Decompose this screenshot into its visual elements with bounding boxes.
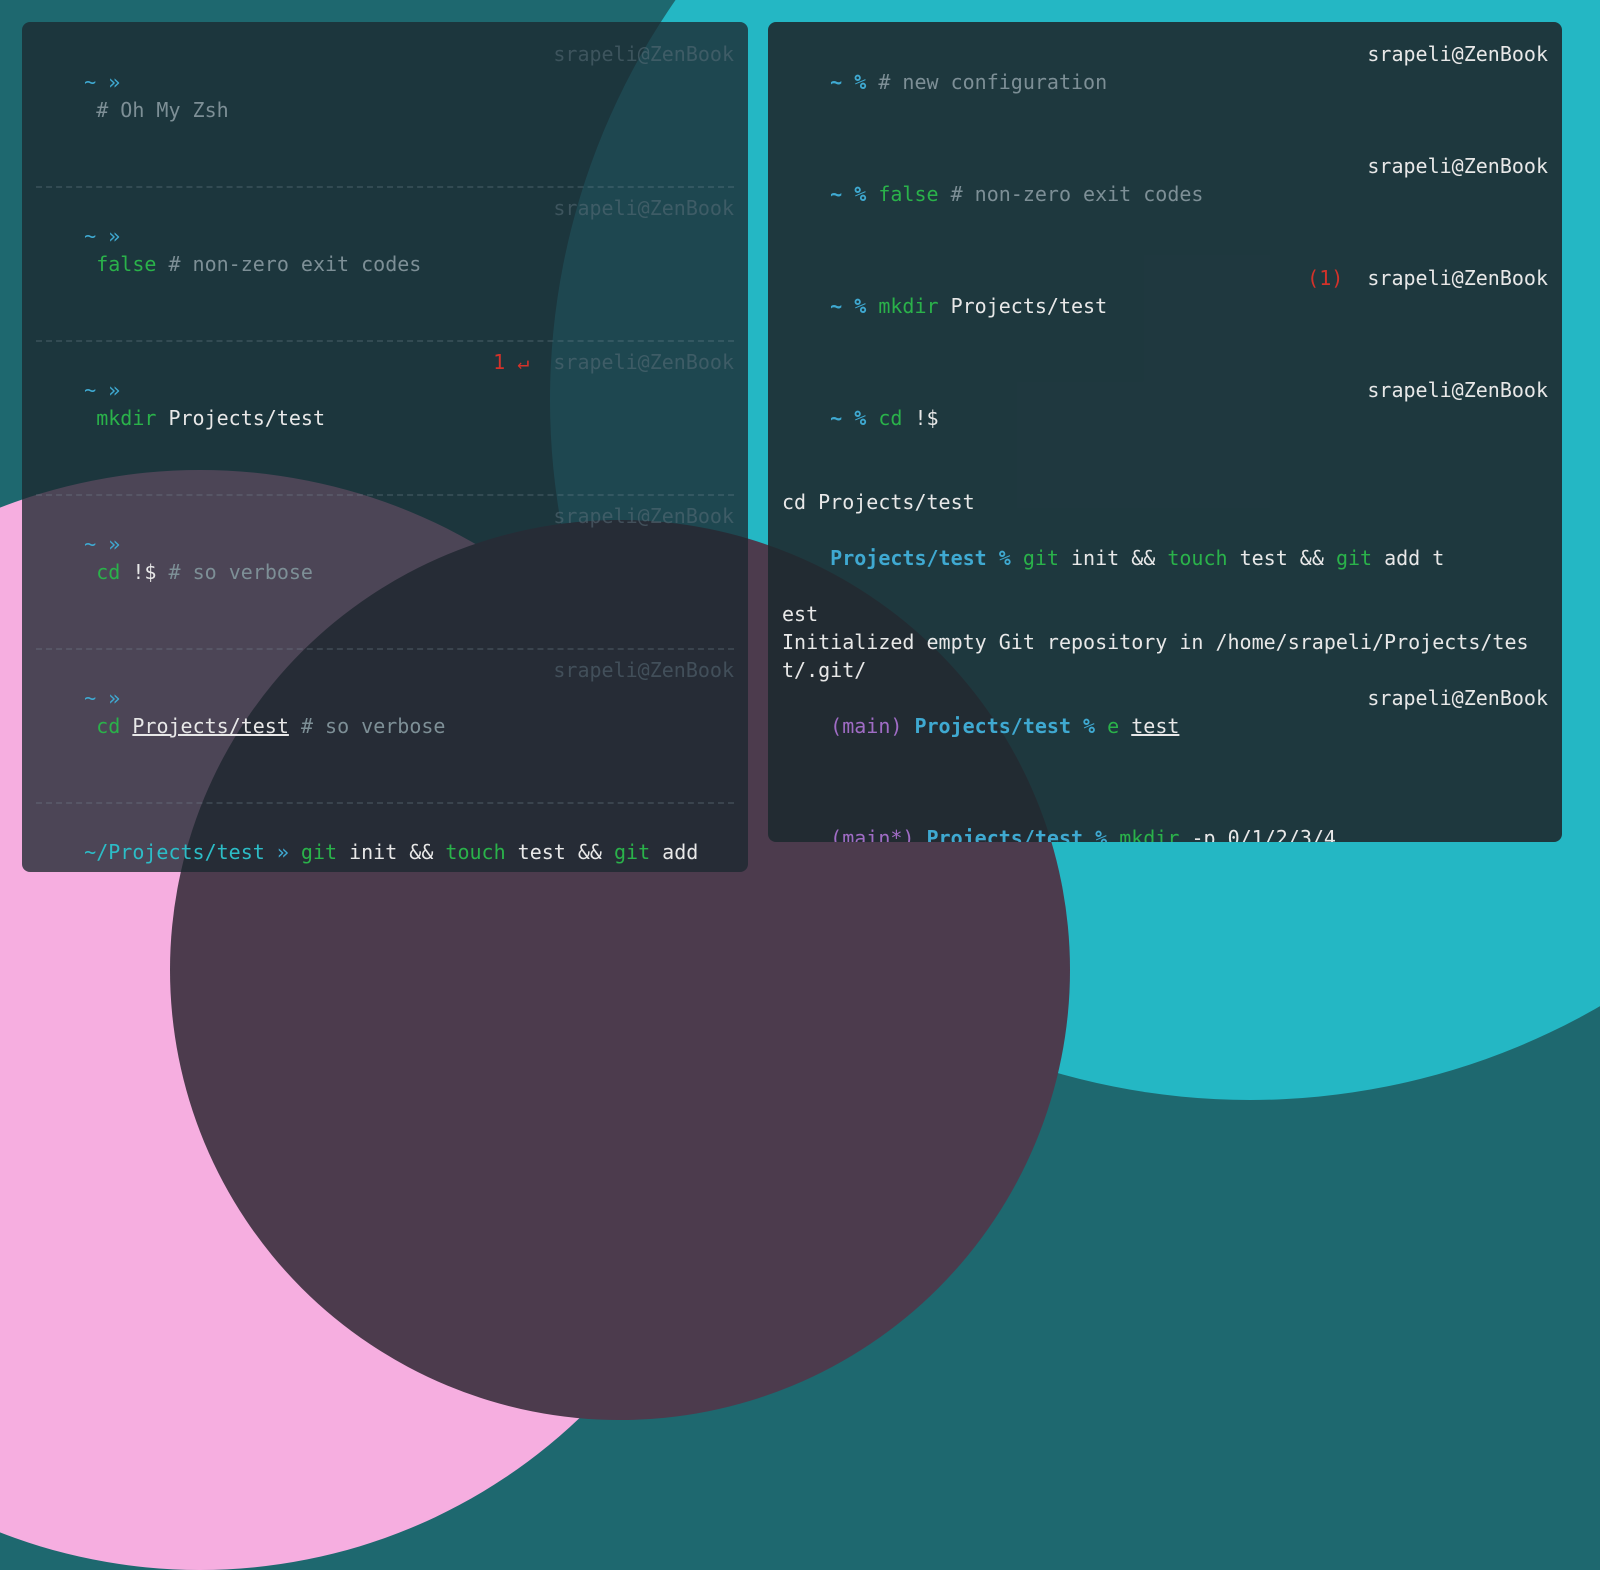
prompt-line[interactable]: ~ % # new configuration srapeli@ZenBook bbox=[782, 40, 1548, 152]
prompt-line[interactable]: Projects/test % git init && touch test &… bbox=[782, 516, 1548, 600]
exit-code: (1) bbox=[1307, 266, 1343, 290]
terminal-left[interactable]: ~ » # Oh My Zsh srapeli@ZenBook ~ » fals… bbox=[22, 22, 748, 872]
rprompt: srapeli@ZenBook bbox=[553, 40, 734, 68]
prompt-line[interactable]: ~ » mkdir Projects/test 1 ↵ srapeli@ZenB… bbox=[36, 348, 734, 488]
prompt-line[interactable]: ~/Projects/test » git init && touch test… bbox=[36, 810, 734, 872]
prompt: ~ » bbox=[84, 70, 120, 94]
prompt-line[interactable]: ~ » false # non-zero exit codes srapeli@… bbox=[36, 194, 734, 334]
prompt-line[interactable]: ~ » cd Projects/test # so verbose srapel… bbox=[36, 656, 734, 796]
prompt-line[interactable]: ~ % false # non-zero exit codes srapeli@… bbox=[782, 152, 1548, 264]
prompt-line[interactable]: ~ » # Oh My Zsh srapeli@ZenBook bbox=[36, 40, 734, 180]
prompt-line[interactable]: (main*) Projects/test % mkdir -p 0/1/2/3… bbox=[782, 796, 1548, 842]
terminal-right[interactable]: ~ % # new configuration srapeli@ZenBook … bbox=[768, 22, 1562, 842]
exit-code: 1 ↵ bbox=[493, 350, 529, 374]
prompt-line[interactable]: ~ % mkdir Projects/test (1) srapeli@ZenB… bbox=[782, 264, 1548, 376]
output: cd Projects/test bbox=[782, 490, 975, 514]
separator bbox=[36, 186, 734, 188]
prompt-line[interactable]: ~ % cd !$ srapeli@ZenBook bbox=[782, 376, 1548, 488]
prompt-line[interactable]: ~ » cd !$ # so verbose srapeli@ZenBook bbox=[36, 502, 734, 642]
prompt-line[interactable]: (main) Projects/test % e test srapeli@Ze… bbox=[782, 684, 1548, 796]
comment: # Oh My Zsh bbox=[96, 98, 228, 122]
output: Initialized empty Git repository in /hom… bbox=[782, 630, 1529, 682]
